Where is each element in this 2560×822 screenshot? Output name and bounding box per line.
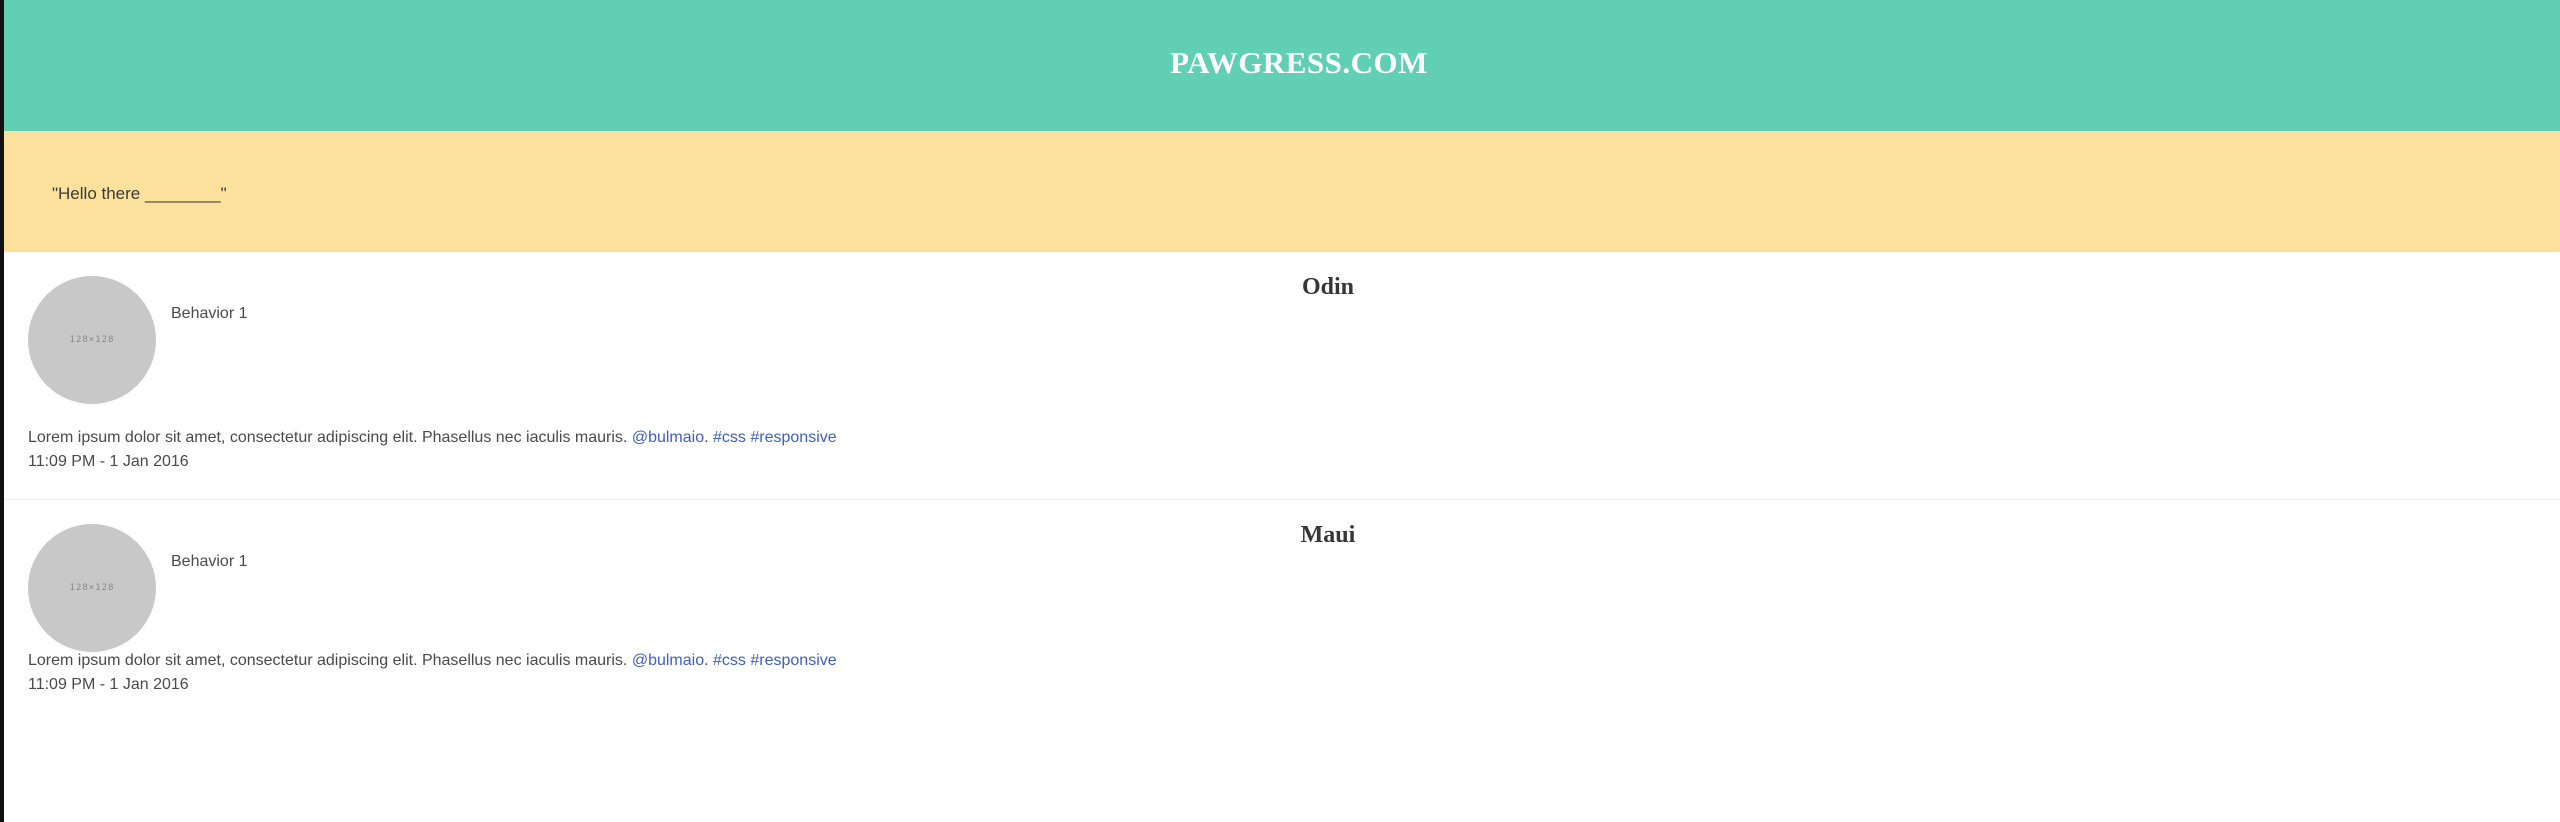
tag-link-css[interactable]: #css [713,429,746,446]
separator: . [704,429,709,446]
greeting-text: "Hello there ________" [52,183,227,203]
mention-link[interactable]: @bulmaio [632,652,704,669]
pet-description: Lorem ipsum dolor sit amet, consectetur … [28,426,837,474]
site-title[interactable]: PAWGRESS.COM [1170,45,1428,81]
tag-link-responsive[interactable]: #responsive [750,429,836,446]
pet-avatar: 128×128 [28,276,156,404]
pet-description: Lorem ipsum dolor sit amet, consectetur … [28,649,837,697]
pet-avatar: 128×128 [28,524,156,652]
page: PAWGRESS.COM "Hello there ________" Odin… [4,0,2560,822]
pet-card: Maui 128×128 Behavior 1 Lorem ipsum dolo… [4,500,2560,740]
greeting-banner: "Hello there ________" [4,131,2560,252]
pet-name: Odin [1301,274,1355,300]
site-header: PAWGRESS.COM [4,0,2560,131]
avatar-placeholder-label: 128×128 [69,583,115,593]
description-text: Lorem ipsum dolor sit amet, consectetur … [28,429,628,446]
pet-card: Odin 128×128 Behavior 1 Lorem ipsum dolo… [4,252,2560,500]
mention-link[interactable]: @bulmaio [632,429,704,446]
description-text: Lorem ipsum dolor sit amet, consectetur … [28,652,628,669]
avatar-placeholder-label: 128×128 [69,335,115,345]
pet-behavior: Behavior 1 [171,305,248,322]
tag-link-responsive[interactable]: #responsive [750,652,836,669]
pet-name: Maui [1300,522,1356,548]
tag-link-css[interactable]: #css [713,652,746,669]
timestamp: 11:09 PM - 1 Jan 2016 [28,676,189,693]
pet-behavior: Behavior 1 [171,553,248,570]
timestamp: 11:09 PM - 1 Jan 2016 [28,453,189,470]
separator: . [704,652,709,669]
